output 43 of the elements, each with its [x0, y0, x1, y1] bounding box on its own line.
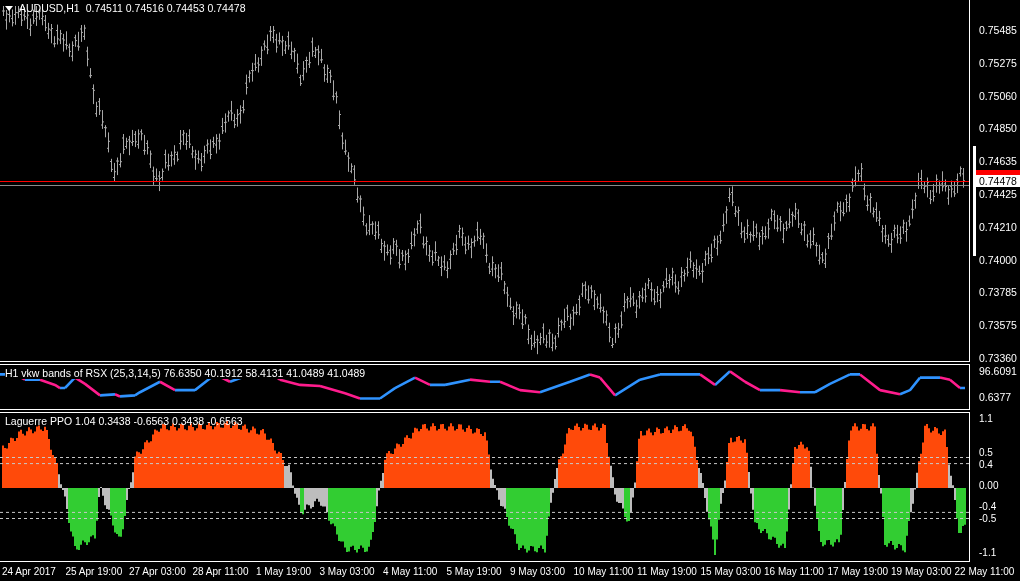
time-tick-label: 5 May 19:00: [446, 566, 503, 577]
price-tick-label: 0.74210: [979, 220, 1017, 233]
price-tick-label: 0.73575: [979, 319, 1017, 332]
price-tick-label: 0.75275: [979, 56, 1017, 69]
time-tick-label: 22 May 11:00: [954, 566, 1015, 577]
time-tick-label: 19 May 03:00: [891, 566, 953, 577]
price-tick-label: 0.74635: [979, 155, 1017, 168]
price-tick-label: 0.75485: [979, 24, 1017, 36]
price-tick-label: 0.73785: [979, 286, 1017, 299]
indicator-tick-label: 0.5: [979, 447, 993, 458]
time-tick-label: 17 May 19:00: [827, 566, 890, 577]
level-marker: [976, 170, 1020, 175]
indicator-tick-label: -0.4: [979, 501, 997, 512]
indicator-tick-label: 0.4: [979, 459, 993, 470]
indicator-tick-label: 96.6091: [979, 365, 1017, 377]
time-tick-label: 3 May 03:00: [319, 566, 376, 577]
indicator-tick-label: -0.5: [979, 513, 997, 524]
time-tick-label: 1 May 19:00: [256, 566, 313, 577]
indicator-title: Laguerre PPO 1.04 0.3438 -0.6563 0.3438 -0.6563: [5, 415, 243, 427]
price-tick-label: 0.74850: [979, 122, 1017, 135]
time-tick-label: 25 Apr 19:00: [65, 566, 124, 577]
time-tick-label: 24 Apr 2017: [2, 566, 57, 577]
time-tick-label: 9 May 03:00: [510, 566, 567, 577]
price-tick-label: 0.75060: [979, 89, 1017, 102]
ohlc-values: 0.74511 0.74516 0.74453 0.74478: [85, 2, 246, 14]
time-tick-label: 10 May 11:00: [573, 566, 635, 577]
price-tick-label: 0.74000: [979, 253, 1017, 266]
time-tick-label: 11 May 19:00: [637, 566, 698, 577]
indicator-tick-label: 0.6377: [979, 391, 1012, 403]
time-tick-label: 4 May 11:00: [383, 566, 439, 577]
current-price-label: 0.74478: [976, 175, 1020, 187]
menu-caret-icon[interactable]: [5, 5, 13, 11]
price-tick-label: 0.73360: [979, 352, 1017, 364]
time-tick-label: 28 Apr 11:00: [192, 566, 250, 577]
time-tick-label: 27 Apr 03:00: [129, 566, 187, 577]
time-tick-label: 15 May 03:00: [700, 566, 763, 577]
symbol-label: AUDUSD,H1: [19, 2, 80, 14]
indicator-title: H1 vkw bands of RSX (25,3,14,5) 76.6350 40.1912 58.4131 41.0489 41.0489: [5, 367, 366, 379]
indicator-tick-label: 0.00: [979, 480, 999, 491]
time-tick-label: 16 May 11:00: [764, 566, 825, 577]
indicator-tick-label: 1.1: [979, 413, 993, 424]
indicator-tick-label: -1.1: [979, 547, 997, 558]
price-tick-label: 0.74425: [979, 188, 1017, 200]
